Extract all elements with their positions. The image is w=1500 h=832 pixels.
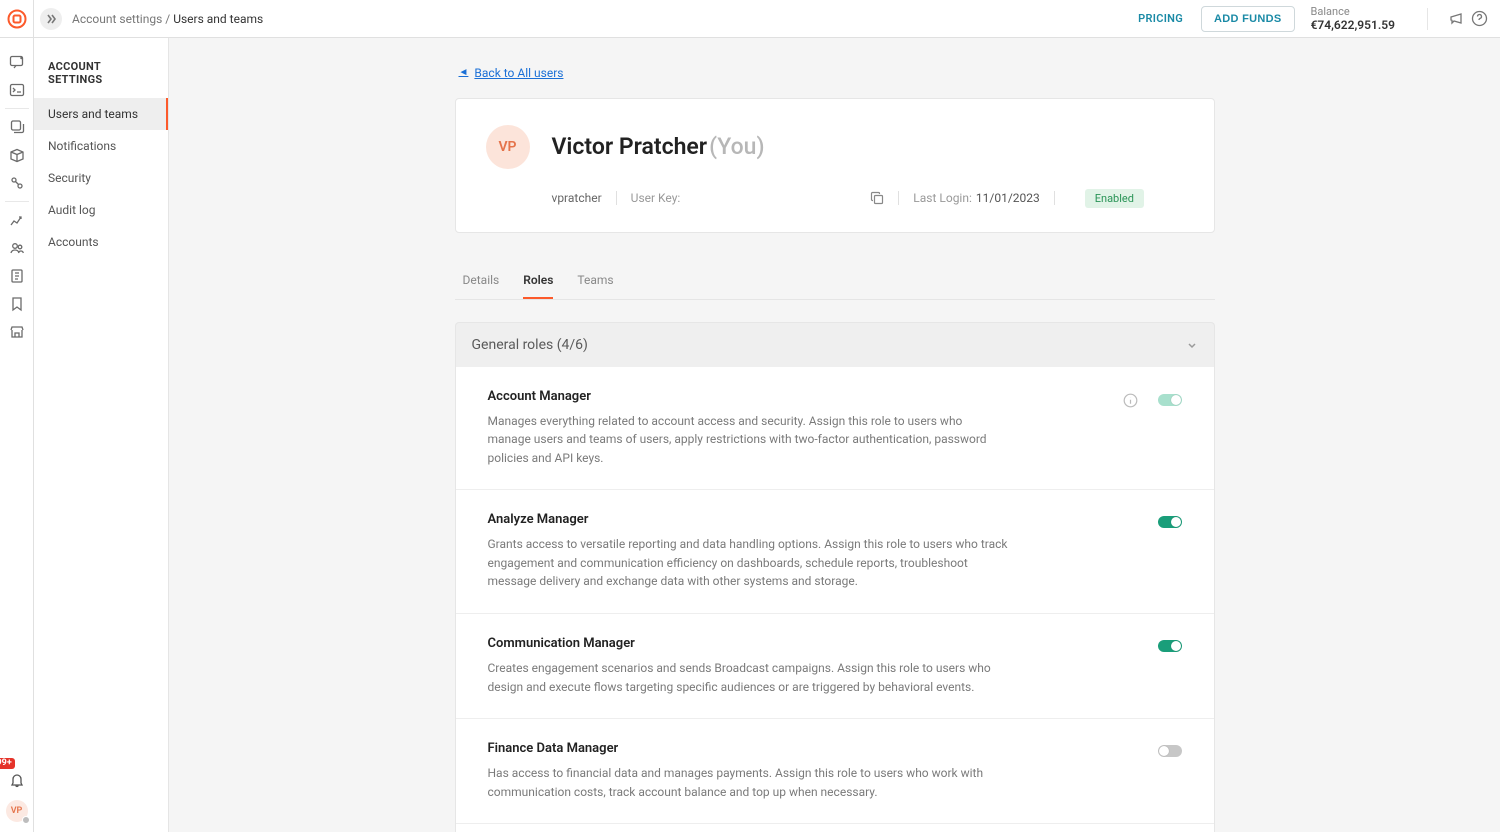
back-link-label: Back to All users: [474, 66, 563, 80]
username: vpratcher: [552, 191, 602, 205]
general-roles-header[interactable]: General roles (4/6): [455, 322, 1215, 367]
main-content: ◄ Back to All users VP Victor Pratcher(Y…: [169, 38, 1500, 832]
balance-display: Balance €74,622,951.59: [1311, 5, 1395, 33]
role-description: Creates engagement scenarios and sends B…: [488, 659, 1008, 696]
tab-details[interactable]: Details: [463, 263, 500, 299]
role-toggle: [1158, 394, 1182, 406]
left-rail: 99+ VP: [0, 0, 34, 832]
avatar-initials: VP: [11, 806, 23, 816]
balance-value: €74,622,951.59: [1311, 18, 1395, 32]
chat-icon[interactable]: [0, 48, 34, 76]
user-name: Victor Pratcher(You): [552, 133, 765, 160]
role-toggle[interactable]: [1158, 516, 1182, 528]
add-funds-button[interactable]: ADD FUNDS: [1201, 6, 1294, 32]
caret-left-icon: ◄: [459, 67, 469, 78]
sidebar-item-notifications[interactable]: Notifications: [34, 130, 168, 162]
users-icon[interactable]: [0, 234, 34, 262]
sidebar-item-security[interactable]: Security: [34, 162, 168, 194]
stack-icon[interactable]: [0, 113, 34, 141]
role-description: Grants access to versatile reporting and…: [488, 535, 1008, 591]
settings-sidebar: ACCOUNT SETTINGS Users and teamsNotifica…: [34, 38, 169, 832]
role-toggle[interactable]: [1158, 745, 1182, 757]
breadcrumb-root[interactable]: Account settings: [72, 12, 162, 26]
product-logo[interactable]: [0, 0, 34, 38]
help-icon[interactable]: [1471, 10, 1488, 27]
tab-teams[interactable]: Teams: [577, 263, 613, 299]
role-row: Integrations ManagerConfigures integrati…: [456, 824, 1214, 832]
role-row: Analyze Manager Grants access to versatil…: [456, 490, 1214, 614]
you-suffix: (You): [709, 133, 764, 160]
back-to-all-users-link[interactable]: ◄ Back to All users: [459, 66, 564, 80]
role-row: Communication Manager Creates engagement …: [456, 614, 1214, 719]
store-icon[interactable]: [0, 318, 34, 346]
chevron-down-icon: [1186, 339, 1198, 351]
last-login-value: 11/01/2023: [976, 191, 1040, 205]
top-bar: Account settings / Users and teams PRICI…: [34, 0, 1500, 38]
expand-sidebar-button[interactable]: [40, 8, 62, 30]
role-title: Analyze Manager: [488, 512, 1138, 527]
role-row: Finance Data Manager Has access to financ…: [456, 719, 1214, 824]
roles-section-title: General roles (4/6): [472, 337, 588, 353]
breadcrumb-current: Users and teams: [173, 12, 263, 26]
connector-icon[interactable]: [0, 169, 34, 197]
last-login-label: Last Login:: [913, 191, 972, 205]
role-toggle[interactable]: [1158, 640, 1182, 652]
terminal-icon[interactable]: [0, 76, 34, 104]
sidebar-item-audit-log[interactable]: Audit log: [34, 194, 168, 226]
balance-label: Balance: [1311, 5, 1395, 18]
user-key-label: User Key:: [631, 191, 681, 205]
sidebar-item-users-and-teams[interactable]: Users and teams: [34, 98, 168, 130]
presence-dot: [22, 816, 30, 824]
role-title: Account Manager: [488, 389, 1103, 404]
role-description: Has access to financial data and manages…: [488, 764, 1008, 801]
current-user-avatar[interactable]: VP: [6, 800, 28, 822]
notifications-icon[interactable]: 99+: [0, 766, 34, 794]
role-row: Account Manager Manages everything relate…: [456, 367, 1214, 491]
notification-badge: 99+: [0, 758, 15, 769]
role-description: Manages everything related to account ac…: [488, 412, 1008, 468]
box-icon[interactable]: [0, 141, 34, 169]
role-title: Communication Manager: [488, 636, 1138, 651]
bookmark-icon[interactable]: [0, 290, 34, 318]
pricing-link[interactable]: PRICING: [1138, 12, 1183, 25]
announcements-icon[interactable]: [1448, 10, 1465, 27]
role-title: Finance Data Manager: [488, 741, 1138, 756]
roles-list: Account Manager Manages everything relate…: [455, 367, 1215, 832]
info-icon[interactable]: [1123, 393, 1138, 408]
user-status-badge: Enabled: [1085, 189, 1144, 208]
book-icon[interactable]: [0, 262, 34, 290]
user-card: VP Victor Pratcher(You) vpratcher User K…: [455, 98, 1215, 233]
sidebar-section-title: ACCOUNT SETTINGS: [34, 60, 168, 98]
sidebar-item-accounts[interactable]: Accounts: [34, 226, 168, 258]
user-tabs: Details Roles Teams: [455, 263, 1215, 300]
breadcrumb: Account settings / Users and teams: [72, 12, 263, 26]
analytics-icon[interactable]: [0, 206, 34, 234]
tab-roles[interactable]: Roles: [523, 263, 553, 299]
copy-user-key-icon[interactable]: [870, 191, 884, 205]
user-avatar: VP: [486, 125, 530, 169]
